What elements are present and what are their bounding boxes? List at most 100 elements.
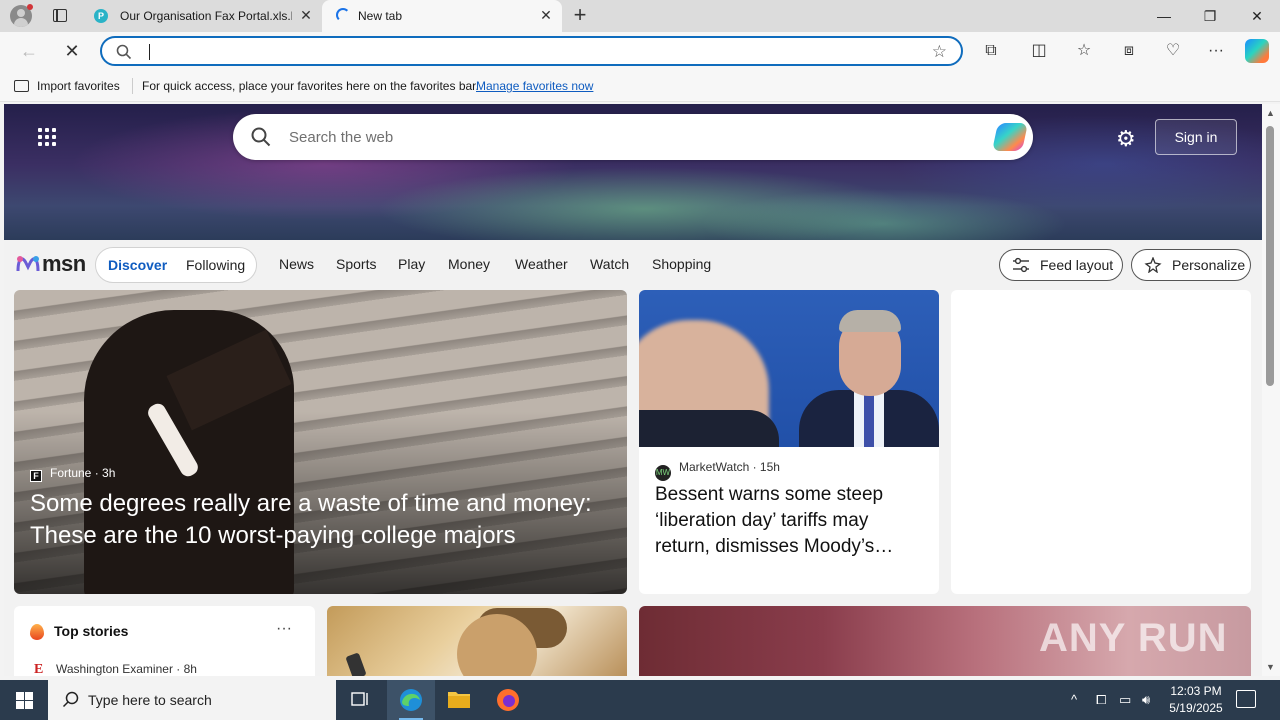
nav-weather[interactable]: Weather bbox=[515, 256, 568, 272]
tab-new-tab[interactable]: New tab ✕ bbox=[322, 0, 562, 32]
text-caret bbox=[149, 44, 150, 60]
show-hidden-icons-icon[interactable]: ^ bbox=[1071, 692, 1077, 707]
search-icon bbox=[116, 44, 132, 60]
page-scrollbar[interactable]: ▲ ▼ bbox=[1262, 104, 1280, 676]
clock-date: 5/19/2025 bbox=[1169, 701, 1223, 715]
tab-fax-portal[interactable]: P Our Organisation Fax Portal.xls.h ✕ bbox=[84, 0, 322, 32]
person-image bbox=[864, 394, 874, 447]
msn-page: ⚙ Sign in msn Discover Following News Sp… bbox=[4, 104, 1262, 676]
scroll-thumb[interactable] bbox=[1266, 126, 1274, 386]
nav-money[interactable]: Money bbox=[448, 256, 490, 272]
scroll-up-arrow-icon[interactable]: ▲ bbox=[1266, 108, 1275, 118]
firefox-icon[interactable] bbox=[484, 680, 532, 720]
personalize-button[interactable]: Personalize bbox=[1131, 249, 1251, 281]
new-tab-plus-icon[interactable]: + bbox=[568, 4, 592, 28]
fortune-logo-icon: F bbox=[30, 470, 42, 482]
story-source: E Washington Examiner · 8h bbox=[34, 662, 197, 676]
lead-story-card[interactable]: F Fortune · 3h Some degrees really are a … bbox=[14, 290, 627, 594]
taskbar-search[interactable]: Type here to search bbox=[48, 680, 336, 720]
screen: P Our Organisation Fax Portal.xls.h ✕ Ne… bbox=[0, 0, 1280, 720]
sparkle-star-icon bbox=[1144, 257, 1162, 273]
story-card[interactable]: MW MarketWatch · 15h Bessent warns some s… bbox=[639, 290, 939, 594]
more-options-icon[interactable]: ··· bbox=[276, 620, 292, 638]
web-search-input[interactable] bbox=[289, 127, 969, 147]
tab-following[interactable]: Following bbox=[186, 257, 245, 273]
address-input[interactable] bbox=[148, 42, 908, 60]
top-stories-title: Top stories bbox=[54, 623, 129, 639]
anyrun-watermark: ANY RUN bbox=[1039, 616, 1228, 660]
import-favorites-button[interactable]: Import favorites bbox=[14, 79, 120, 93]
manage-favorites-link[interactable]: Manage favorites now bbox=[476, 79, 593, 93]
tab-actions-icon[interactable] bbox=[50, 6, 70, 26]
app-launcher-icon[interactable] bbox=[38, 128, 58, 148]
folder-glyph bbox=[448, 692, 470, 708]
story-image bbox=[639, 290, 939, 447]
search-icon bbox=[62, 691, 79, 708]
volume-icon[interactable]: 🔊︎ bbox=[1142, 692, 1150, 708]
minimize-button[interactable]: — bbox=[1141, 0, 1187, 32]
device-icon[interactable]: ⧠ bbox=[1096, 692, 1106, 708]
favorite-star-icon[interactable]: ☆ bbox=[932, 42, 947, 62]
favorites-icon[interactable]: ☆ bbox=[1071, 38, 1097, 64]
feed-layout-label: Feed layout bbox=[1040, 257, 1114, 273]
web-search-box[interactable] bbox=[233, 114, 1033, 160]
back-arrow-icon[interactable]: ← bbox=[14, 36, 44, 66]
phone-image bbox=[345, 652, 367, 676]
profile-notification-dot bbox=[27, 4, 33, 10]
divider bbox=[132, 78, 133, 94]
person-image bbox=[839, 310, 901, 332]
start-windows-icon[interactable] bbox=[0, 680, 48, 720]
edge-taskbar-icon[interactable] bbox=[387, 680, 435, 720]
feed-layout-button[interactable]: Feed layout bbox=[999, 249, 1123, 281]
favorites-bar: Import favorites For quick access, place… bbox=[0, 70, 1280, 102]
edge-logo bbox=[400, 689, 422, 711]
scroll-down-arrow-icon[interactable]: ▼ bbox=[1266, 662, 1275, 672]
restore-button[interactable]: ❐ bbox=[1187, 0, 1233, 32]
story-image-card[interactable]: ANY RUN bbox=[639, 606, 1251, 676]
taskbar-search-placeholder: Type here to search bbox=[88, 692, 212, 708]
clock[interactable]: 12:03 PM 5/19/2025 bbox=[1164, 683, 1228, 717]
nav-watch[interactable]: Watch bbox=[590, 256, 629, 272]
network-icon[interactable]: ▭ bbox=[1119, 692, 1131, 708]
story-source: MW MarketWatch · 15h bbox=[655, 460, 780, 481]
msn-butterfly-icon bbox=[16, 256, 40, 272]
nav-shopping[interactable]: Shopping bbox=[652, 256, 711, 272]
tab-title: New tab bbox=[358, 9, 403, 23]
tab-close-icon[interactable]: ✕ bbox=[298, 7, 314, 23]
split-screen-icon[interactable]: ◫ bbox=[1026, 38, 1052, 64]
search-icon bbox=[251, 127, 271, 147]
extensions-icon[interactable]: ⧉ bbox=[978, 38, 1004, 64]
clock-time: 12:03 PM bbox=[1170, 684, 1222, 698]
file-explorer-icon[interactable] bbox=[435, 680, 483, 720]
browser-essentials-icon[interactable]: ♡ bbox=[1160, 38, 1186, 64]
story-headline[interactable]: Some degrees really are a waste of time … bbox=[30, 488, 620, 552]
feed-toggle: Discover Following bbox=[95, 247, 257, 283]
more-menu-icon[interactable]: ··· bbox=[1203, 38, 1229, 64]
story-age: 15h bbox=[759, 460, 780, 474]
story-age: 8h bbox=[183, 662, 197, 676]
tab-discover[interactable]: Discover bbox=[108, 257, 167, 273]
settings-gear-icon[interactable]: ⚙ bbox=[1116, 126, 1136, 152]
flame-icon bbox=[30, 624, 44, 640]
tab-favicon-icon: P bbox=[94, 9, 108, 23]
task-view-icon[interactable] bbox=[336, 680, 384, 720]
top-stories-card: Top stories ··· E Washington Examiner · 8… bbox=[14, 606, 315, 676]
nav-news[interactable]: News bbox=[279, 256, 314, 272]
msn-nav: msn Discover Following News Sports Play … bbox=[4, 240, 1262, 290]
sign-in-button[interactable]: Sign in bbox=[1155, 119, 1237, 155]
tab-close-icon[interactable]: ✕ bbox=[538, 7, 554, 23]
stop-loading-icon[interactable]: ✕ bbox=[57, 36, 87, 66]
notifications-icon[interactable] bbox=[1236, 690, 1256, 708]
copilot-icon[interactable] bbox=[1245, 39, 1269, 63]
story-image-card[interactable] bbox=[327, 606, 627, 676]
nav-play[interactable]: Play bbox=[398, 256, 425, 272]
collections-icon[interactable]: ⧈ bbox=[1116, 38, 1142, 64]
copilot-icon[interactable] bbox=[992, 123, 1028, 151]
nav-sports[interactable]: Sports bbox=[336, 256, 376, 272]
close-window-button[interactable]: ✕ bbox=[1234, 0, 1280, 32]
hero-banner: ⚙ Sign in bbox=[4, 104, 1262, 240]
tab-strip: P Our Organisation Fax Portal.xls.h ✕ Ne… bbox=[0, 0, 1280, 32]
story-headline[interactable]: Bessent warns some steep ‘liberation day… bbox=[655, 482, 927, 560]
browser-toolbar: ← ✕ ☆ ⧉ ◫ ☆ ⧈ ♡ ··· bbox=[0, 32, 1280, 70]
address-bar[interactable]: ☆ bbox=[100, 36, 963, 66]
